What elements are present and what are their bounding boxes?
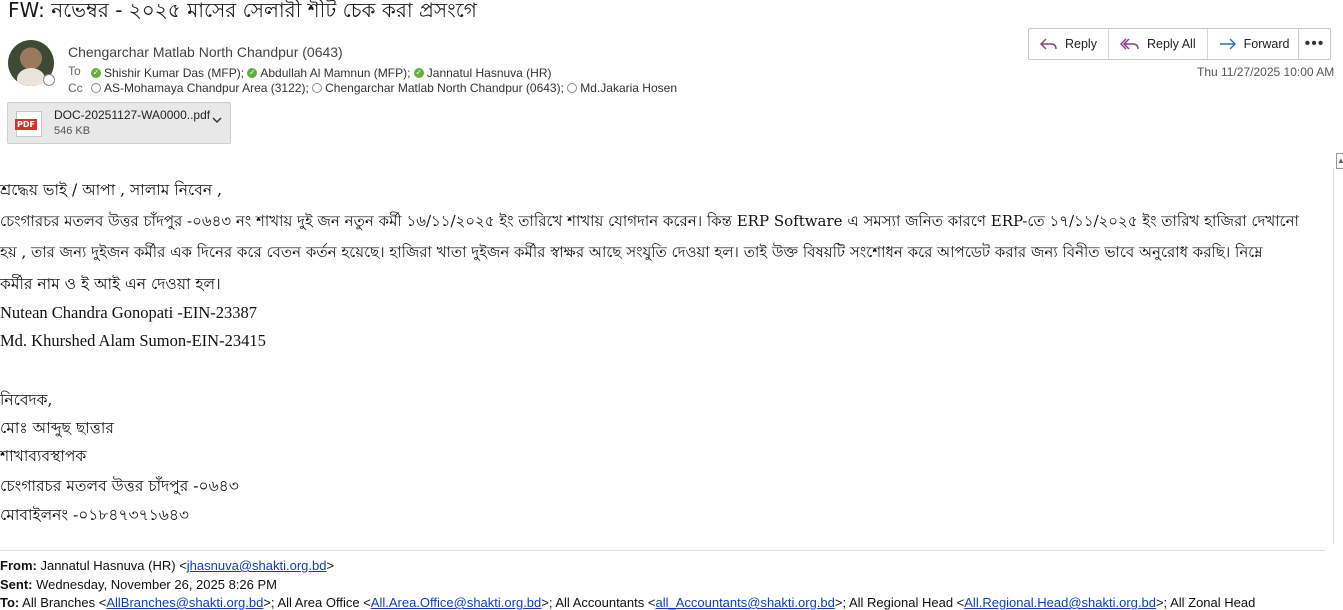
body-line: চেংগারচর মতলব উত্তর চাঁদপুর -০৬৪৩ নং শাখ… bbox=[0, 212, 1299, 230]
recipient[interactable]: Chengarchar Matlab North Chandpur (0643)… bbox=[312, 81, 564, 95]
reply-all-button[interactable]: Reply All bbox=[1109, 29, 1208, 59]
reply-icon bbox=[1040, 38, 1057, 50]
presence-status-icon bbox=[43, 74, 55, 86]
reply-button[interactable]: Reply bbox=[1029, 29, 1109, 59]
email-link[interactable]: jhasnuva@shakti.org.bd bbox=[187, 558, 327, 573]
signature-line: শাখাব্যবস্থাপক bbox=[0, 447, 87, 465]
email-link[interactable]: all_Accountants@shakti.org.bd bbox=[655, 595, 834, 610]
fwd-sent-line: Sent: Wednesday, November 26, 2025 8:26 … bbox=[0, 577, 278, 592]
email-subject: FW: নভেম্বর - ২০২৫ মাসের সেলারী শীট চেক … bbox=[8, 0, 477, 22]
fwd-from-line: From: Jannatul Hasnuva (HR) <jhasnuva@sh… bbox=[0, 558, 335, 573]
signature-line: মোবাইলনং -০১৮৪৭৩৭১৬৪৩ bbox=[0, 506, 189, 524]
signature-line: মোঃ আব্দুছ ছাত্তার bbox=[0, 419, 114, 437]
cc-recipients: AS-Mohamaya Chandpur Area (3122); Chenga… bbox=[91, 81, 677, 96]
available-icon: ✓ bbox=[247, 68, 258, 78]
body-line: কর্মীর নাম ও ই আই এন দেওয়া হল। bbox=[0, 275, 221, 293]
received-date: Thu 11/27/2025 10:00 AM bbox=[1197, 65, 1335, 79]
employee-line: Nutean Chandra Gonopati -EIN-23387 bbox=[0, 303, 258, 322]
to-label: To bbox=[68, 64, 81, 78]
body-greeting: শ্রদ্ধেয় ভাই / আপা , সালাম নিবেন , bbox=[0, 181, 222, 199]
email-link[interactable]: All.Area.Office@shakti.org.bd bbox=[371, 595, 541, 610]
reply-all-icon bbox=[1119, 38, 1139, 50]
more-actions-button[interactable]: ••• bbox=[1298, 28, 1331, 60]
sender-name[interactable]: Chengarchar Matlab North Chandpur (0643) bbox=[68, 44, 343, 60]
signature-line: নিবেদক, bbox=[0, 391, 53, 409]
recipient[interactable]: Md.Jakaria Hosen bbox=[567, 81, 677, 95]
attachment-name: DOC-20251127-WA0000..pdf bbox=[54, 108, 211, 122]
available-icon: ✓ bbox=[413, 68, 424, 78]
cc-label: Cc bbox=[68, 81, 83, 95]
chevron-down-icon[interactable] bbox=[211, 114, 223, 126]
available-icon: ✓ bbox=[91, 68, 101, 78]
scroll-up-arrow[interactable]: ▲ bbox=[1336, 153, 1343, 169]
forward-separator bbox=[0, 550, 1325, 551]
email-link[interactable]: AllBranches@shakti.org.bd bbox=[106, 595, 263, 610]
employee-line: Md. Khurshed Alam Sumon-EIN-23415 bbox=[0, 331, 266, 350]
recipient[interactable]: AS-Mohamaya Chandpur Area (3122); bbox=[91, 81, 309, 95]
forward-arrow-icon bbox=[1219, 38, 1236, 50]
email-link[interactable]: All.Regional.Head@shakti.org.bd bbox=[964, 595, 1156, 610]
pdf-file-icon: PDF bbox=[15, 111, 42, 137]
signature-line: চেংগারচর মতলব উত্তর চাঁদপুর -০৬৪৩ bbox=[0, 477, 239, 495]
scroll-track[interactable] bbox=[1333, 168, 1334, 544]
attachment-card[interactable]: PDF DOC-20251127-WA0000..pdf 546 KB bbox=[7, 102, 231, 144]
to-recipients: ✓ Shishir Kumar Das (MFP); ✓ Abdullah Al M… bbox=[91, 64, 552, 80]
recipient[interactable]: ✓ Abdullah Al Mamnun (MFP); bbox=[247, 66, 410, 80]
recipient[interactable]: ✓ Jannatul Hasnuva (HR) bbox=[413, 66, 552, 80]
status-unknown-icon bbox=[91, 83, 101, 93]
fwd-to-line: To: All Branches <AllBranches@shakti.org… bbox=[0, 595, 1256, 610]
forward-button[interactable]: Forward bbox=[1208, 29, 1301, 59]
recipient[interactable]: ✓ Shishir Kumar Das (MFP); bbox=[91, 66, 244, 80]
body-line: হয় , তার জন্য দুইজন কর্মীর এক দিনের করে… bbox=[0, 243, 1263, 261]
attachment-size: 546 KB bbox=[54, 125, 91, 137]
status-unknown-icon bbox=[567, 83, 578, 93]
message-actions: Reply Reply All Forward bbox=[1028, 28, 1302, 60]
status-unknown-icon bbox=[312, 83, 323, 93]
